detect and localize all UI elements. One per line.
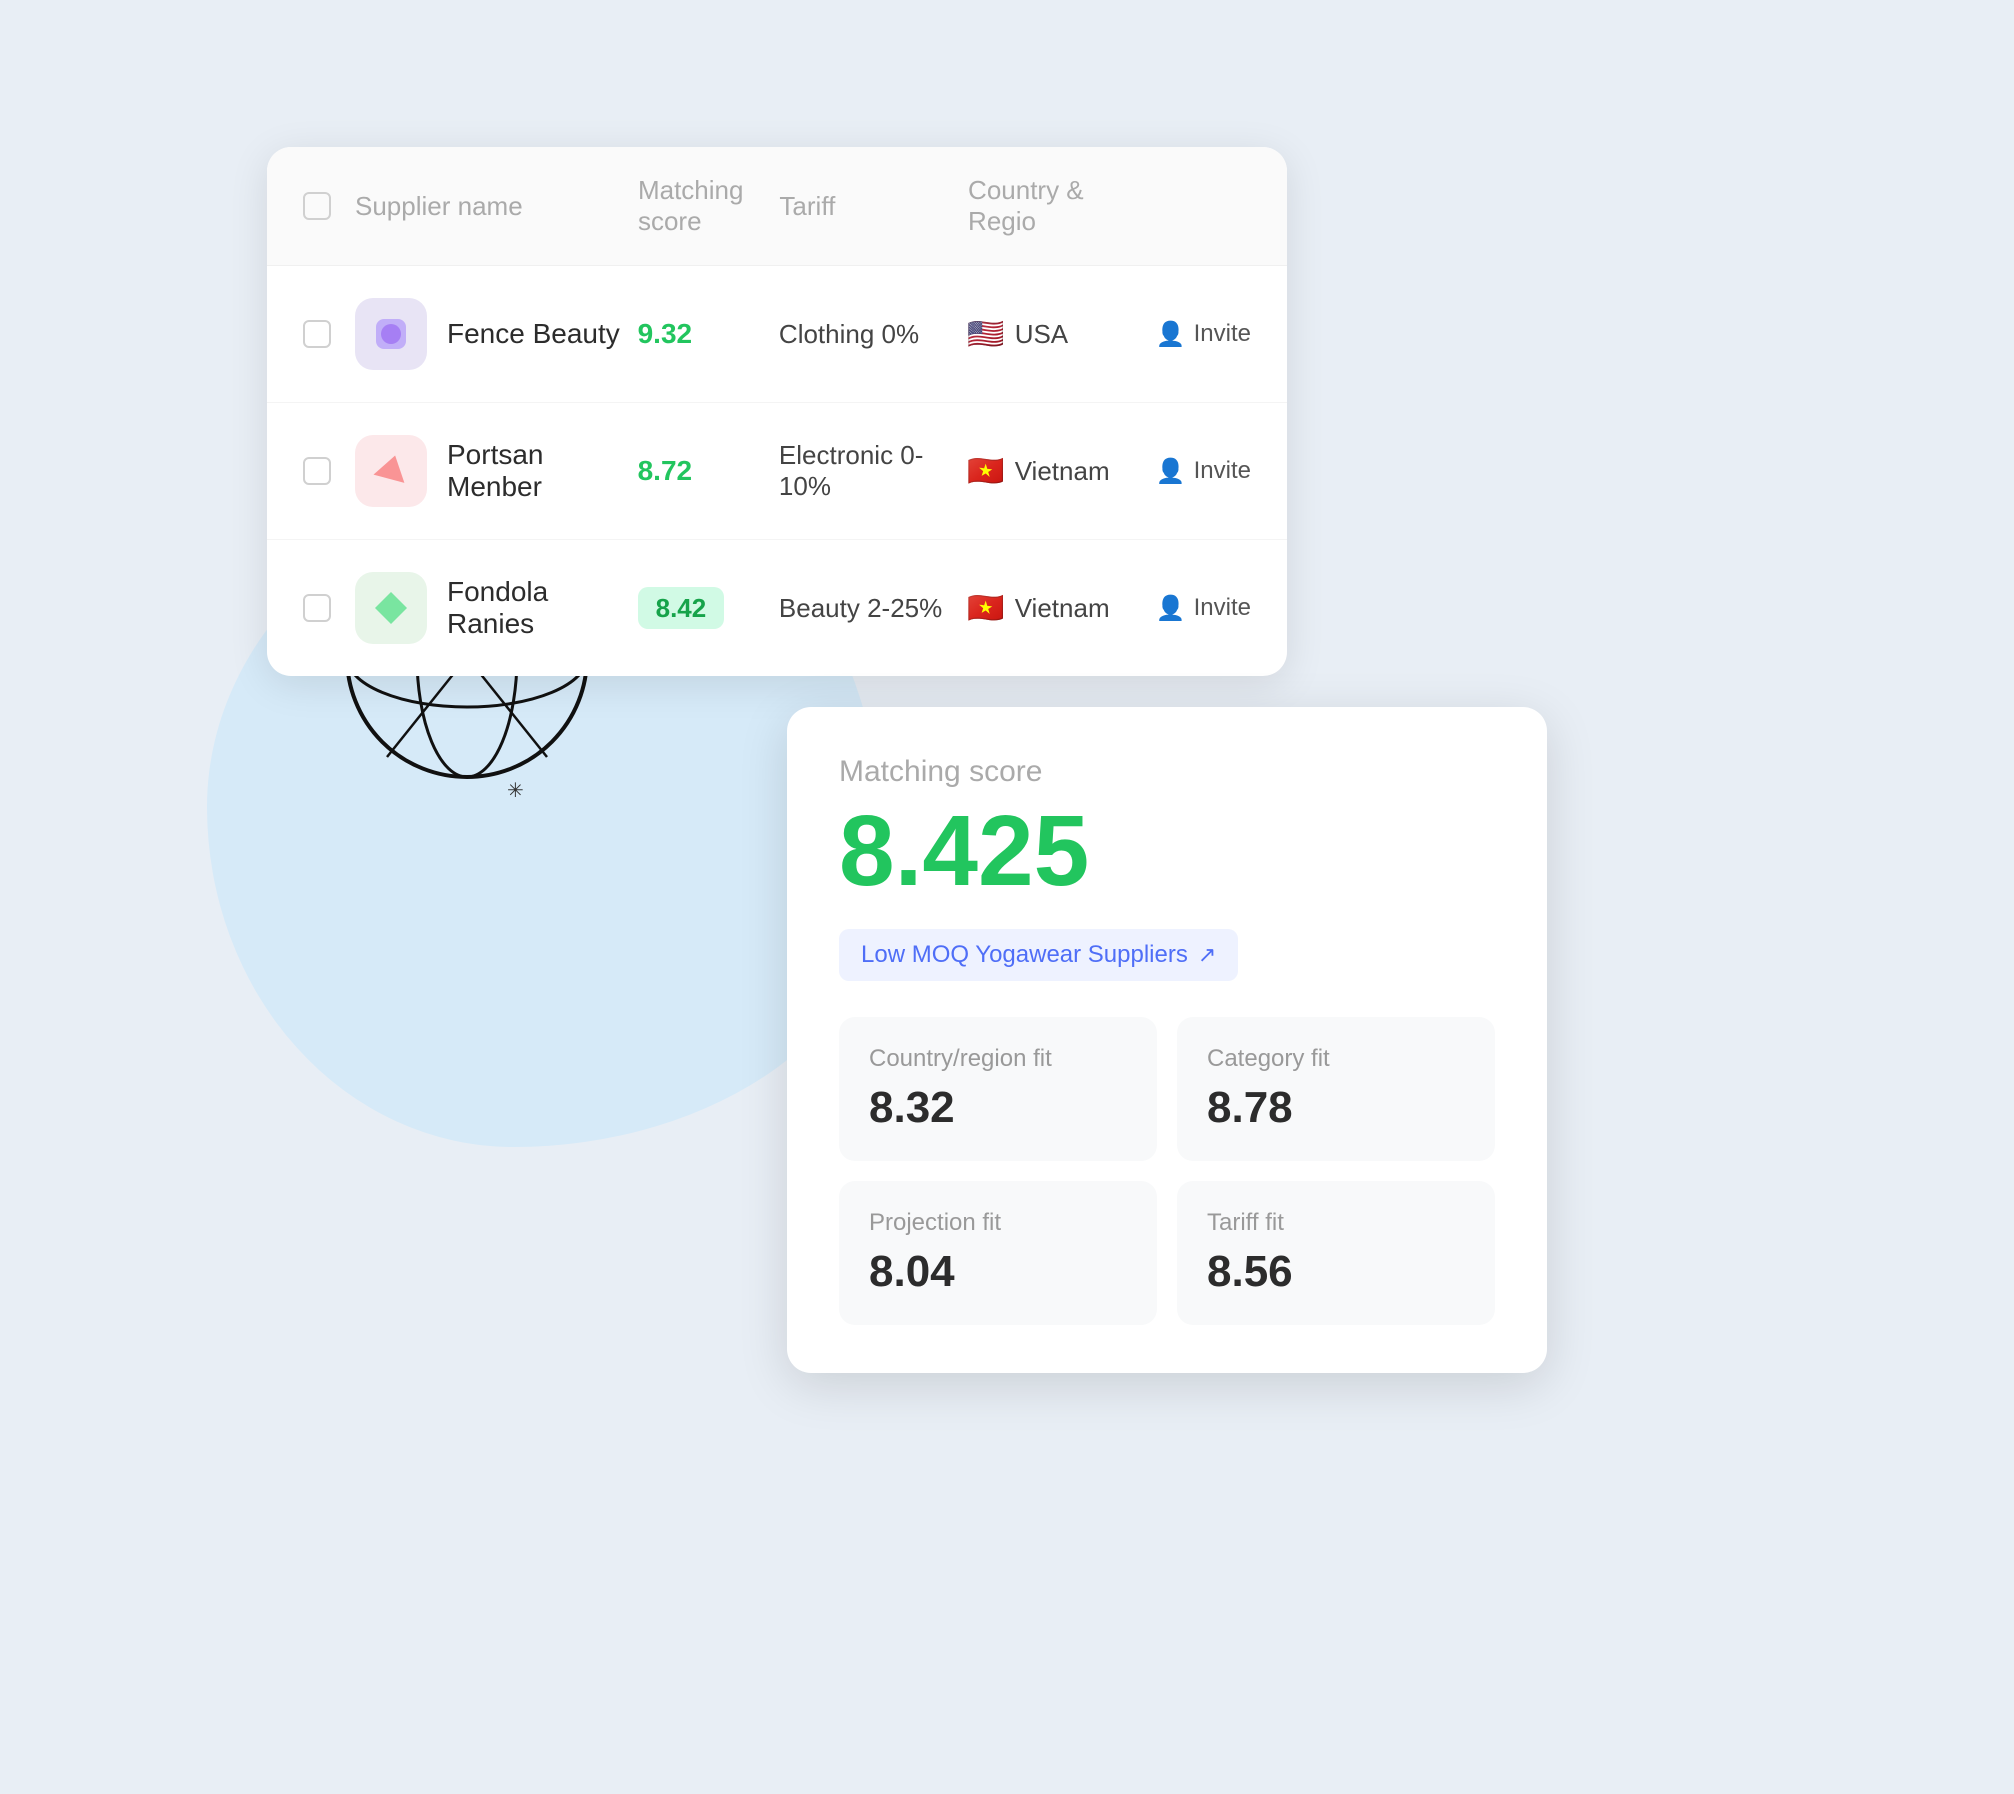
avatar-fondola [355, 572, 427, 644]
flag-fondola: 🇻🇳 [967, 591, 1004, 626]
invite-label-portsan: Invite [1194, 457, 1251, 485]
row-checkbox-portsan[interactable] [303, 457, 331, 485]
fit-value-tariff: 8.56 [1207, 1247, 1465, 1297]
score-card-link[interactable]: Low MOQ Yogawear Suppliers ↗ [839, 929, 1238, 981]
header-checkbox[interactable] [303, 192, 331, 220]
fit-value-projection: 8.04 [869, 1247, 1127, 1297]
table-row: Portsan Menber 8.72 Electronic 0-10% 🇻🇳 … [267, 403, 1287, 540]
fit-label-projection: Projection fit [869, 1209, 1127, 1237]
country-portsan: 🇻🇳 Vietnam [967, 454, 1155, 489]
avatar-portsan [355, 435, 427, 507]
invite-btn-portsan[interactable]: 👤 Invite [1156, 457, 1251, 486]
invite-btn-fondola[interactable]: 👤 Invite [1156, 594, 1251, 623]
score-portsan: 8.72 [638, 455, 779, 487]
flag-portsan: 🇻🇳 [967, 454, 1004, 489]
invite-btn-fence-beauty[interactable]: 👤 Invite [1156, 320, 1251, 349]
country-fence-beauty: 🇺🇸 USA [967, 317, 1155, 352]
fit-card-projection: Projection fit 8.04 [839, 1181, 1157, 1325]
supplier-name-fondola: Fondola Ranies [447, 576, 638, 640]
invite-icon-portsan: 👤 [1156, 457, 1186, 486]
fit-card-tariff: Tariff fit 8.56 [1177, 1181, 1495, 1325]
col-header-country: Country & Regio [968, 175, 1157, 237]
supplier-table-card: Supplier name Matching score Tariff Coun… [267, 147, 1287, 676]
supplier-name-fence-beauty: Fence Beauty [447, 318, 638, 350]
tariff-fondola: Beauty 2-25% [779, 593, 967, 624]
score-link-arrow-icon: ↗ [1198, 942, 1216, 968]
flag-fence-beauty: 🇺🇸 [967, 317, 1004, 352]
tariff-fence-beauty: Clothing 0% [779, 319, 967, 350]
fit-value-country: 8.32 [869, 1083, 1127, 1133]
invite-label-fondola: Invite [1194, 594, 1251, 622]
score-detail-card: Matching score 8.425 Low MOQ Yogawear Su… [787, 707, 1547, 1373]
country-name-fondola: Vietnam [1015, 593, 1110, 624]
fit-value-category: 8.78 [1207, 1083, 1465, 1133]
table-header: Supplier name Matching score Tariff Coun… [267, 147, 1287, 266]
score-card-value: 8.425 [839, 801, 1495, 901]
col-header-supplier: Supplier name [355, 191, 638, 222]
col-header-tariff: Tariff [779, 191, 968, 222]
country-name-portsan: Vietnam [1015, 456, 1110, 487]
country-name-fence-beauty: USA [1015, 319, 1068, 350]
col-header-matching: Matching score [638, 175, 779, 237]
fit-grid: Country/region fit 8.32 Category fit 8.7… [839, 1017, 1495, 1325]
row-checkbox-fondola[interactable] [303, 594, 331, 622]
invite-icon-fondola: 👤 [1156, 594, 1186, 623]
fit-card-country: Country/region fit 8.32 [839, 1017, 1157, 1161]
fit-label-tariff: Tariff fit [1207, 1209, 1465, 1237]
fit-card-category: Category fit 8.78 [1177, 1017, 1495, 1161]
avatar-fence-beauty [355, 298, 427, 370]
invite-icon-fence-beauty: 👤 [1156, 320, 1186, 349]
score-card-label: Matching score [839, 755, 1495, 789]
svg-text:✳: ✳ [507, 780, 524, 802]
score-link-text: Low MOQ Yogawear Suppliers [861, 941, 1188, 969]
fit-label-category: Category fit [1207, 1045, 1465, 1073]
country-fondola: 🇻🇳 Vietnam [967, 591, 1155, 626]
supplier-name-portsan: Portsan Menber [447, 439, 638, 503]
tariff-portsan: Electronic 0-10% [779, 440, 967, 502]
row-checkbox-fence-beauty[interactable] [303, 320, 331, 348]
table-row: Fondola Ranies 8.42 Beauty 2-25% 🇻🇳 Viet… [267, 540, 1287, 676]
fit-label-country: Country/region fit [869, 1045, 1127, 1073]
invite-label-fence-beauty: Invite [1194, 320, 1251, 348]
score-badge-fondola: 8.42 [638, 587, 725, 629]
table-row: Fence Beauty 9.32 Clothing 0% 🇺🇸 USA 👤 I… [267, 266, 1287, 403]
score-fence-beauty: 9.32 [638, 318, 779, 350]
score-fondola: 8.42 [638, 593, 779, 624]
